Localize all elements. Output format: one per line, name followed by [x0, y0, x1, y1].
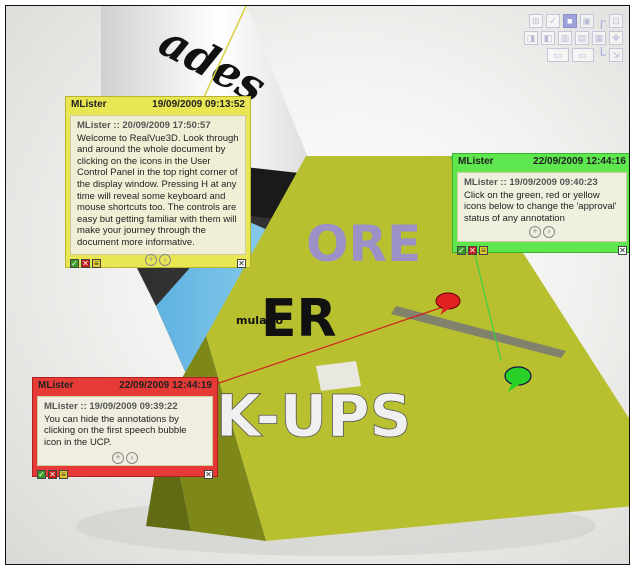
ucp-corner-bottom-icon[interactable]: └ — [597, 48, 606, 62]
next-note-icon[interactable]: › — [543, 226, 555, 239]
annotation-nav: + › — [44, 452, 206, 465]
annotation-yellow[interactable]: MLister 19/09/2009 09:13:52 MLister :: 2… — [65, 96, 251, 268]
reject-icon[interactable]: ✕ — [81, 258, 90, 268]
annotation-date: 22/09/2009 12:44:16 — [533, 156, 626, 167]
annotation-green[interactable]: MLister 22/09/2009 12:44:16 MLister :: 1… — [452, 153, 629, 255]
approve-icon[interactable]: ✓ — [70, 258, 79, 268]
add-reply-icon[interactable]: + — [145, 253, 157, 266]
ucp-approve-icon[interactable]: ✓ — [545, 14, 560, 28]
close-icon[interactable]: ✕ — [237, 258, 246, 268]
annotation-date: 19/09/2009 09:13:52 — [152, 99, 245, 110]
annotation-author: MLister — [458, 156, 494, 167]
approve-icon[interactable]: ✓ — [37, 469, 46, 479]
add-reply-icon[interactable]: + — [529, 226, 541, 239]
annotation-text: You can hide the annotations by clicking… — [44, 413, 187, 448]
ucp-corner-icon[interactable]: ┌ — [597, 14, 606, 28]
annotation-body: MLister :: 19/09/2009 09:40:23 Click on … — [457, 172, 627, 242]
annotation-date: 22/09/2009 12:44:19 — [119, 380, 212, 391]
annotation-author: MLister — [38, 380, 74, 391]
approve-icon[interactable]: ✓ — [457, 245, 466, 255]
ucp-rotate-right-icon[interactable]: ◧ — [541, 31, 555, 45]
poster-word-1: ORE — [306, 215, 421, 273]
close-icon[interactable]: ✕ — [204, 469, 213, 479]
annotation-nav: + › — [464, 226, 620, 239]
next-note-icon[interactable]: › — [126, 452, 138, 465]
ucp-display-icon[interactable]: ■ — [562, 14, 577, 28]
ucp-rotate-left-icon[interactable]: ◨ — [524, 31, 538, 45]
annotation-body: MLister :: 20/09/2009 17:50:57 Welcome t… — [70, 115, 246, 266]
ucp-pan-icon[interactable]: ▥ — [558, 31, 572, 45]
annotation-body: MLister :: 19/09/2009 09:39:22 You can h… — [37, 396, 213, 466]
annotation-header[interactable]: MLister 22/09/2009 12:44:19 — [33, 378, 217, 394]
poster-word-3: K-UPS — [216, 382, 411, 450]
pending-icon[interactable]: ≡ — [479, 245, 488, 255]
annotation-author: MLister — [71, 99, 107, 110]
ucp-move-icon[interactable]: ✥ — [609, 31, 623, 45]
ucp-resize-icon[interactable]: ⇲ — [609, 48, 623, 62]
ucp-zoom-icon[interactable]: ⊡ — [609, 14, 623, 28]
pending-icon[interactable]: ≡ — [92, 258, 101, 268]
annotation-meta: MLister :: 20/09/2009 17:50:57 — [77, 120, 211, 131]
viewer-window[interactable]: ades ORE ER mulatio K-UPS ⊞ ✓ ■ ▣ ┌ ⊡ ◨ … — [5, 5, 630, 565]
annotation-footer: ✓ ✕ ≡ ✕ — [33, 468, 217, 482]
annotation-red[interactable]: MLister 22/09/2009 12:44:19 MLister :: 1… — [32, 377, 218, 479]
ucp-page-2-icon[interactable]: ▭ — [571, 48, 594, 62]
ucp-tilt-icon[interactable]: ▤ — [575, 31, 589, 45]
annotation-meta: MLister :: 19/09/2009 09:40:23 — [464, 177, 598, 188]
annotation-text: Click on the green, red or yellow icons … — [464, 189, 617, 224]
close-icon[interactable]: ✕ — [618, 245, 627, 255]
ucp-grid-icon[interactable]: ▦ — [592, 31, 606, 45]
poster-small-text: mulatio — [236, 314, 284, 327]
reject-icon[interactable]: ✕ — [48, 469, 57, 479]
annotation-meta: MLister :: 19/09/2009 09:39:22 — [44, 401, 178, 412]
ucp-view-icon[interactable]: ▣ — [579, 14, 594, 28]
ucp-page-icon[interactable]: ▭ — [546, 48, 569, 62]
pending-icon[interactable]: ≡ — [59, 469, 68, 479]
reject-icon[interactable]: ✕ — [468, 245, 477, 255]
user-control-panel: ⊞ ✓ ■ ▣ ┌ ⊡ ◨ ◧ ▥ ▤ ▦ ✥ ▭ ▭ └ ⇲ — [511, 14, 623, 65]
next-note-icon[interactable]: › — [159, 253, 171, 266]
annotation-text: Welcome to RealVue3D. Look through and a… — [77, 132, 239, 248]
add-reply-icon[interactable]: + — [112, 452, 124, 465]
annotation-footer: ✓ ✕ ≡ ✕ — [453, 244, 629, 258]
annotation-header[interactable]: MLister 22/09/2009 12:44:16 — [453, 154, 629, 170]
ucp-annotations-icon[interactable]: ⊞ — [528, 14, 543, 28]
annotation-header[interactable]: MLister 19/09/2009 09:13:52 — [66, 97, 250, 113]
